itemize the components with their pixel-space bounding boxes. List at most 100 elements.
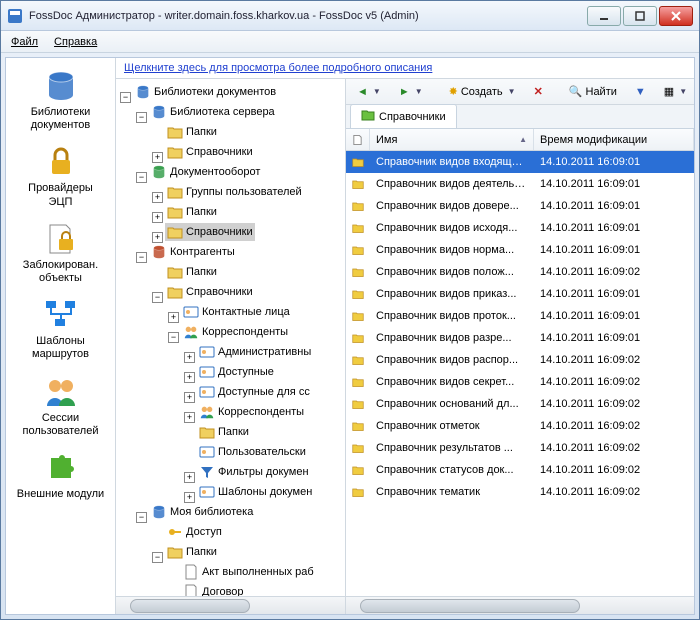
tree-node[interactable]: Контактные лица xyxy=(181,303,292,321)
tree-node[interactable]: Папки xyxy=(165,123,219,141)
list-row[interactable]: Справочник видов разре...14.10.2011 16:0… xyxy=(346,327,694,349)
description-link[interactable]: Щелкните здесь для просмотра более подро… xyxy=(124,62,432,74)
expand-toggle[interactable]: + xyxy=(152,152,163,163)
expand-toggle[interactable]: − xyxy=(136,252,147,263)
card-icon xyxy=(199,484,215,500)
expand-toggle xyxy=(168,589,179,596)
sidebar-item-route-templates[interactable]: Шаблонымаршрутов xyxy=(6,291,115,367)
expand-toggle[interactable]: − xyxy=(136,172,147,183)
list-row[interactable]: Справочник видов входящих д...14.10.2011… xyxy=(346,151,694,173)
list-row[interactable]: Справочник видов проток...14.10.2011 16:… xyxy=(346,305,694,327)
list-row[interactable]: Справочник видов деятельн...14.10.2011 1… xyxy=(346,173,694,195)
row-date: 14.10.2011 16:09:01 xyxy=(534,332,694,344)
list-row[interactable]: Справочник результатов ...14.10.2011 16:… xyxy=(346,437,694,459)
list-row[interactable]: Справочник статусов док...14.10.2011 16:… xyxy=(346,459,694,481)
tree-node-label: Справочники xyxy=(186,226,253,238)
tree-root[interactable]: Библиотеки документов xyxy=(133,83,278,101)
list-row[interactable]: Справочник оснований дл...14.10.2011 16:… xyxy=(346,393,694,415)
dbg-icon xyxy=(151,164,167,180)
expand-toggle[interactable]: − xyxy=(152,292,163,303)
expand-toggle[interactable]: + xyxy=(152,192,163,203)
list-row[interactable]: Справочник отметок14.10.2011 16:09:02 xyxy=(346,415,694,437)
expand-toggle[interactable]: − xyxy=(136,112,147,123)
filter-button[interactable]: ▼ xyxy=(630,83,651,101)
tree-node[interactable]: Справочники xyxy=(165,143,255,161)
tree-node[interactable]: Акт выполненных раб xyxy=(181,563,316,581)
tree-node[interactable]: Доступные xyxy=(197,363,276,381)
expand-toggle[interactable]: + xyxy=(152,232,163,243)
tree-node[interactable]: Папки xyxy=(165,263,219,281)
create-button[interactable]: ✸Создать▼ xyxy=(444,82,521,101)
expand-toggle[interactable]: + xyxy=(184,392,195,403)
maximize-button[interactable] xyxy=(623,6,657,26)
expand-toggle[interactable]: + xyxy=(184,472,195,483)
sidebar-item-tsp-providers[interactable]: ПровайдерыЭЦП xyxy=(6,138,115,214)
tree-node[interactable]: Контрагенты xyxy=(149,243,237,261)
list-body[interactable]: Справочник видов входящих д...14.10.2011… xyxy=(346,151,694,596)
sidebar-item-doc-libs[interactable]: Библиотекидокументов xyxy=(6,62,115,138)
tree-node[interactable]: Справочники xyxy=(165,283,255,301)
nav-forward-button[interactable]: ►▼ xyxy=(394,83,428,101)
tree-node[interactable]: Пользовательски xyxy=(197,443,308,461)
view-button[interactable]: ▦▼ xyxy=(659,82,692,101)
menu-file[interactable]: Файл xyxy=(11,36,38,48)
row-icon xyxy=(346,376,370,388)
row-icon xyxy=(346,288,370,300)
list-row[interactable]: Справочник видов секрет...14.10.2011 16:… xyxy=(346,371,694,393)
delete-button[interactable]: ✕ xyxy=(529,82,548,101)
expand-toggle[interactable]: + xyxy=(184,412,195,423)
list-row[interactable]: Справочник тематик14.10.2011 16:09:02 xyxy=(346,481,694,503)
list-row[interactable]: Справочник видов исходя...14.10.2011 16:… xyxy=(346,217,694,239)
menu-help[interactable]: Справка xyxy=(54,36,97,48)
tree-node[interactable]: Административны xyxy=(197,343,313,361)
sidebar-item-locked-objects[interactable]: Заблокирован.объекты xyxy=(6,215,115,291)
tree-node[interactable]: Договор xyxy=(181,583,246,596)
tree[interactable]: −Библиотеки документов−Библиотека сервер… xyxy=(116,83,345,596)
folder-icon xyxy=(167,204,183,220)
expand-toggle[interactable]: + xyxy=(184,352,195,363)
expand-toggle[interactable]: + xyxy=(168,312,179,323)
find-button[interactable]: 🔍Найти xyxy=(564,82,622,101)
filter-icon xyxy=(199,464,215,480)
tree-node[interactable]: Доступные для сс xyxy=(197,383,312,401)
tree-node[interactable]: Папки xyxy=(165,543,219,561)
sidebar-item-user-sessions[interactable]: Сессиипользователей xyxy=(6,368,115,444)
expand-toggle[interactable]: − xyxy=(152,552,163,563)
list-row[interactable]: Справочник видов полож...14.10.2011 16:0… xyxy=(346,261,694,283)
row-date: 14.10.2011 16:09:02 xyxy=(534,486,694,498)
tree-node[interactable]: Корреспонденты xyxy=(181,323,290,341)
row-date: 14.10.2011 16:09:01 xyxy=(534,156,694,168)
sidebar-item-ext-modules[interactable]: Внешние модули xyxy=(6,444,115,507)
col-name[interactable]: Имя▲ xyxy=(370,129,534,150)
tree-node[interactable]: Документооборот xyxy=(149,163,262,181)
tree-node[interactable]: Папки xyxy=(197,423,251,441)
tree-node[interactable]: Библиотека сервера xyxy=(149,103,277,121)
tree-node[interactable]: Моя библиотека xyxy=(149,503,255,521)
expand-toggle[interactable]: − xyxy=(120,92,131,103)
tab-references[interactable]: Справочники xyxy=(350,104,457,128)
row-name: Справочник видов распор... xyxy=(370,354,534,366)
expand-toggle[interactable]: + xyxy=(184,372,195,383)
tree-node[interactable]: Фильтры докумен xyxy=(197,463,311,481)
close-button[interactable] xyxy=(659,6,693,26)
expand-toggle[interactable]: − xyxy=(136,512,147,523)
col-icon[interactable] xyxy=(346,129,370,150)
tree-node[interactable]: Справочники xyxy=(165,223,255,241)
minimize-button[interactable] xyxy=(587,6,621,26)
tree-node[interactable]: Группы пользователей xyxy=(165,183,304,201)
expand-toggle[interactable]: + xyxy=(184,492,195,503)
tree-node[interactable]: Корреспонденты xyxy=(197,403,306,421)
nav-back-button[interactable]: ◄▼ xyxy=(352,83,386,101)
tree-node[interactable]: Доступ xyxy=(165,523,224,541)
expand-toggle[interactable]: − xyxy=(168,332,179,343)
tree-hscrollbar[interactable] xyxy=(116,596,345,614)
list-row[interactable]: Справочник видов приказ...14.10.2011 16:… xyxy=(346,283,694,305)
list-row[interactable]: Справочник видов распор...14.10.2011 16:… xyxy=(346,349,694,371)
col-date[interactable]: Время модификации xyxy=(534,129,694,150)
tree-node[interactable]: Шаблоны докумен xyxy=(197,483,314,501)
list-hscrollbar[interactable] xyxy=(346,596,694,614)
expand-toggle[interactable]: + xyxy=(152,212,163,223)
tree-node[interactable]: Папки xyxy=(165,203,219,221)
list-row[interactable]: Справочник видов довере...14.10.2011 16:… xyxy=(346,195,694,217)
list-row[interactable]: Справочник видов норма...14.10.2011 16:0… xyxy=(346,239,694,261)
